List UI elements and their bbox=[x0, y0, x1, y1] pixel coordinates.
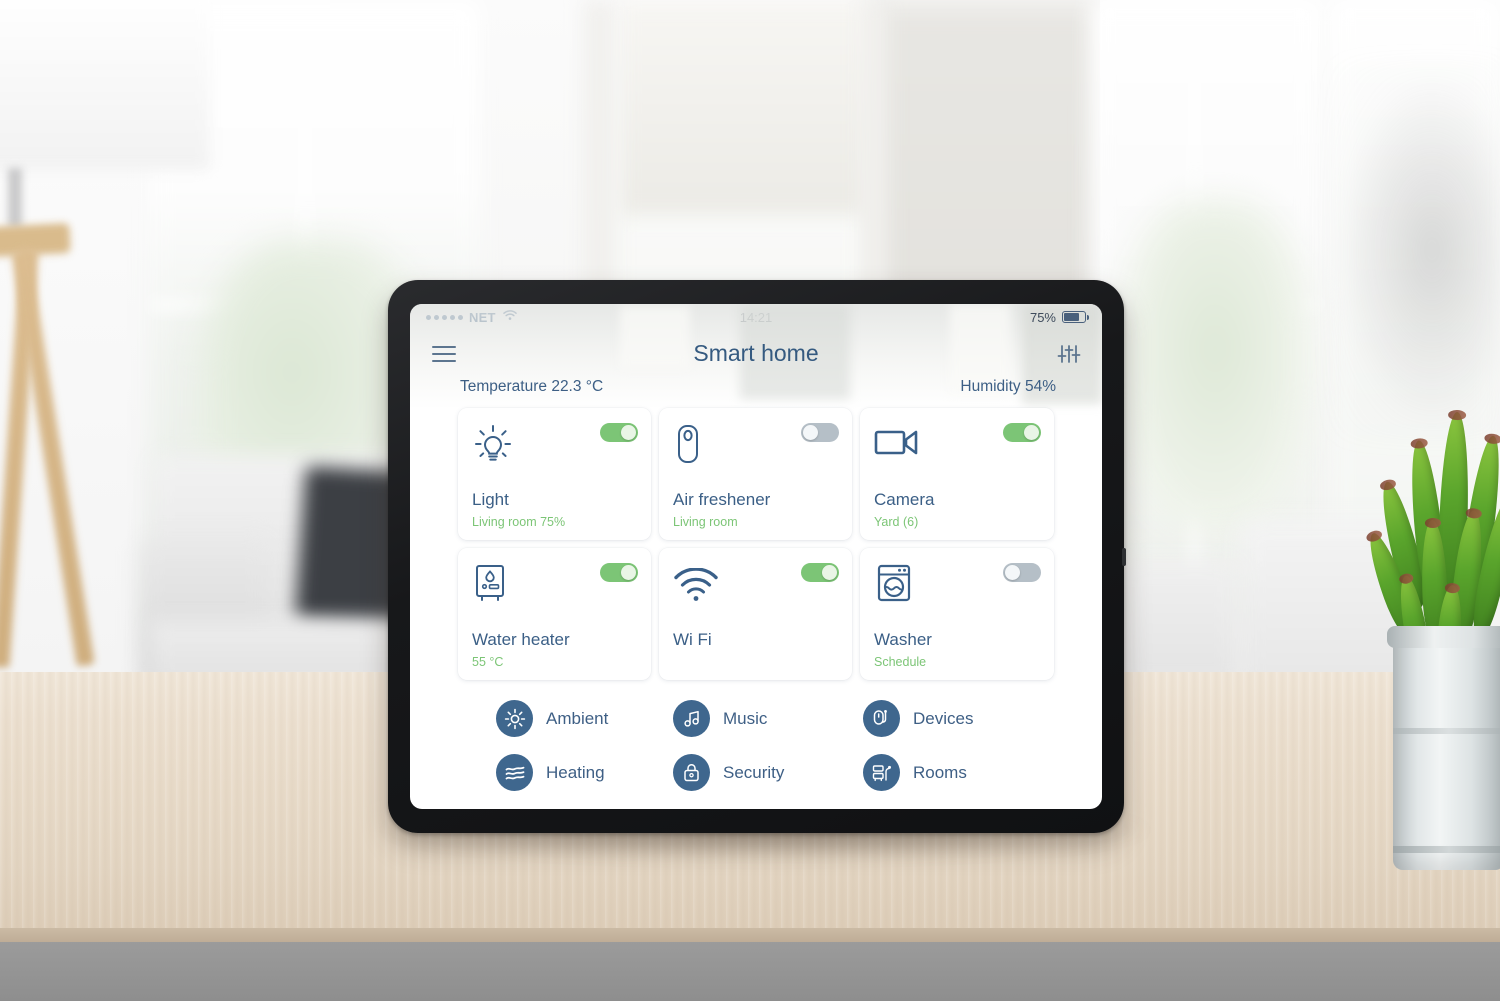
card-title: Wi Fi bbox=[673, 630, 712, 649]
washer-icon bbox=[874, 562, 914, 609]
card-title: Water heater bbox=[472, 630, 570, 649]
lamp-pole bbox=[8, 168, 22, 228]
app-header: Smart home bbox=[410, 330, 1102, 380]
device-card-air-freshener[interactable]: Air freshener Living room bbox=[659, 408, 852, 540]
menu-row-1: Ambient Music Devices bbox=[458, 700, 1054, 737]
music-icon bbox=[673, 700, 710, 737]
menu-item-label: Heating bbox=[546, 762, 605, 782]
toggle-air-freshener[interactable] bbox=[801, 423, 839, 442]
toggle-light[interactable] bbox=[600, 423, 638, 442]
card-title: Camera bbox=[874, 490, 935, 509]
device-card-washer[interactable]: Washer Schedule bbox=[860, 548, 1054, 680]
device-card-light[interactable]: Light Living room 75% bbox=[458, 408, 651, 540]
menu-item-label: Music bbox=[723, 708, 768, 728]
waves-icon bbox=[496, 754, 533, 791]
humidity-readout: Humidity 54% bbox=[960, 378, 1056, 395]
status-time: 14:21 bbox=[739, 309, 773, 325]
menu-item-label: Security bbox=[723, 762, 785, 782]
tablet-device: NET 14:21 75% Smart home Temperature 22.… bbox=[388, 280, 1126, 833]
sliders-icon[interactable] bbox=[1056, 342, 1082, 366]
card-subtitle: 55 °C bbox=[472, 655, 504, 669]
card-title: Air freshener bbox=[673, 490, 771, 509]
toggle-camera[interactable] bbox=[1003, 423, 1041, 442]
lamp-shade bbox=[0, 0, 210, 170]
bucket-rim bbox=[1387, 626, 1500, 648]
lightbulb-icon bbox=[472, 422, 514, 471]
quick-menu: Ambient Music Devices Heating Security R… bbox=[458, 700, 1054, 808]
menu-item-music[interactable]: Music bbox=[673, 700, 863, 737]
armchair-right-back bbox=[1120, 560, 1240, 690]
menu-row-2: Heating Security Rooms bbox=[458, 754, 1054, 791]
card-title: Light bbox=[472, 490, 509, 509]
menu-item-rooms[interactable]: Rooms bbox=[863, 754, 1053, 791]
rooms-icon bbox=[863, 754, 900, 791]
toggle-water-heater[interactable] bbox=[600, 563, 638, 582]
device-card-wifi[interactable]: Wi Fi bbox=[659, 548, 852, 680]
camera-icon bbox=[874, 426, 922, 463]
air-freshener-icon bbox=[673, 422, 703, 471]
device-card-water-heater[interactable]: Water heater 55 °C bbox=[458, 548, 651, 680]
card-subtitle: Living room 75% bbox=[472, 515, 566, 529]
dried-branches bbox=[1330, 60, 1500, 440]
menu-item-devices[interactable]: Devices bbox=[863, 700, 1053, 737]
tablet-screen[interactable]: NET 14:21 75% Smart home Temperature 22.… bbox=[410, 304, 1102, 809]
window-blind bbox=[620, 0, 870, 215]
menu-item-heating[interactable]: Heating bbox=[458, 754, 673, 791]
table-front-face bbox=[0, 942, 1500, 1001]
card-subtitle: Living room bbox=[673, 515, 738, 529]
environment-readouts: Temperature 22.3 °C Humidity 54% bbox=[410, 378, 1102, 404]
bucket-band bbox=[1393, 846, 1500, 853]
lock-icon bbox=[673, 754, 710, 791]
card-subtitle: Schedule bbox=[874, 655, 927, 669]
bucket-band bbox=[1393, 728, 1500, 734]
toggle-wifi[interactable] bbox=[801, 563, 839, 582]
status-bar: NET 14:21 75% bbox=[410, 304, 1102, 330]
card-subtitle: Yard (6) bbox=[874, 515, 919, 529]
menu-item-label: Rooms bbox=[913, 762, 967, 782]
devices-icon bbox=[863, 700, 900, 737]
menu-item-label: Devices bbox=[913, 708, 974, 728]
menu-item-security[interactable]: Security bbox=[673, 754, 863, 791]
card-row-1: Light Living room 75% Air freshener Livi… bbox=[458, 408, 1054, 540]
sun-icon bbox=[496, 700, 533, 737]
device-card-camera[interactable]: Camera Yard (6) bbox=[860, 408, 1054, 540]
toggle-washer[interactable] bbox=[1003, 563, 1041, 582]
device-card-grid: Light Living room 75% Air freshener Livi… bbox=[458, 408, 1054, 688]
temperature-readout: Temperature 22.3 °C bbox=[460, 378, 604, 395]
page-title: Smart home bbox=[693, 340, 819, 366]
water-heater-icon bbox=[472, 562, 508, 609]
wifi-icon bbox=[673, 567, 719, 607]
outdoor-greenery bbox=[1120, 200, 1310, 530]
plant-bucket bbox=[1393, 630, 1500, 870]
menu-item-ambient[interactable]: Ambient bbox=[458, 700, 673, 737]
battery-area: 75% bbox=[1029, 309, 1090, 325]
battery-percent-label: 75% bbox=[1029, 309, 1056, 325]
menu-item-label: Ambient bbox=[546, 708, 609, 728]
card-row-2: Water heater 55 °C Wi Fi Washer Schedule bbox=[458, 548, 1054, 680]
card-title: Washer bbox=[874, 630, 932, 649]
battery-icon bbox=[1062, 311, 1090, 323]
